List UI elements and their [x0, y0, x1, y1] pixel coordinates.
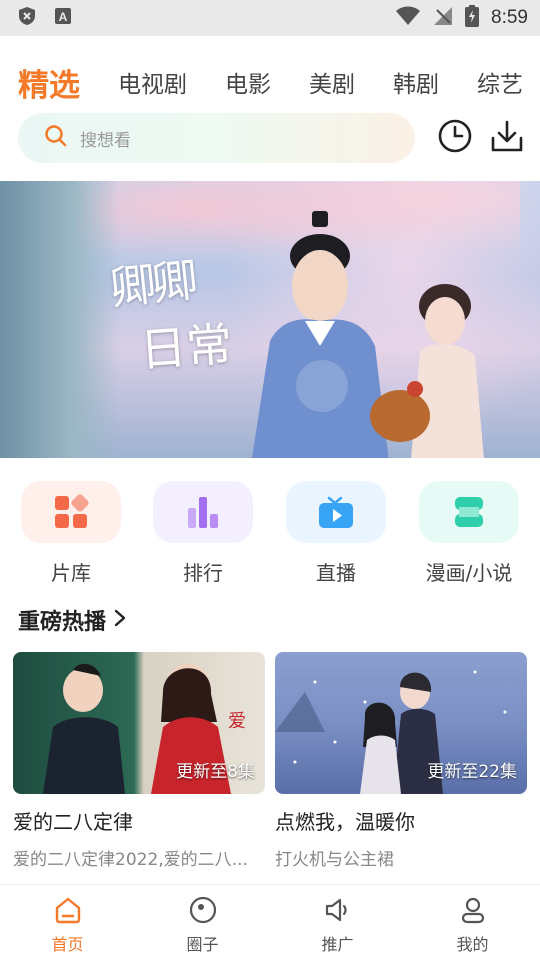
nav-circle[interactable]: 圈子 [135, 885, 270, 960]
quick-entry-live[interactable]: 直播 [286, 481, 386, 586]
download-icon [489, 118, 525, 158]
nav-label: 我的 [456, 935, 489, 954]
bar-chart-icon [153, 481, 253, 543]
video-description: 爱的二八定律2022,爱的二八... [13, 850, 248, 870]
svg-text:A: A [59, 10, 68, 24]
tab-korean-drama[interactable]: 韩剧 [393, 65, 439, 99]
quick-entry-label: 直播 [316, 561, 356, 585]
speaker-icon [323, 895, 353, 929]
user-icon [458, 895, 488, 929]
bottom-nav: 首页 圈子 推广 我的 [0, 884, 540, 960]
video-title: 点燃我，温暖你 [275, 810, 415, 834]
video-poster[interactable]: 更新至22集 [275, 652, 527, 794]
episode-badge: 更新至8集 [176, 762, 255, 782]
no-signal-icon [433, 6, 453, 30]
section-hot-header[interactable]: 重磅热播 [18, 604, 128, 636]
quick-entry-label: 排行 [183, 561, 223, 585]
video-poster[interactable]: 爱 更新至8集 [13, 652, 265, 794]
nav-home[interactable]: 首页 [0, 885, 135, 960]
category-tabs: 精选 电视剧 电影 美剧 韩剧 综艺 [0, 56, 540, 108]
banner-character-illustration [252, 211, 484, 458]
svg-text:爱: 爱 [228, 711, 246, 732]
quick-entry-library[interactable]: 片库 [21, 481, 121, 586]
nav-promote[interactable]: 推广 [270, 885, 405, 960]
nav-label: 推广 [321, 935, 354, 954]
banner-title-line1: 卿卿 [107, 252, 197, 316]
shield-icon [18, 6, 36, 30]
search-row: 搜想看 [18, 113, 528, 163]
keyboard-a-icon: A [54, 7, 72, 29]
quick-entry-label: 漫画/小说 [425, 561, 513, 585]
status-bar: A 8:59 [0, 0, 540, 36]
nav-label: 首页 [51, 935, 84, 954]
tv-icon [286, 481, 386, 543]
tab-featured[interactable]: 精选 [18, 60, 80, 105]
nav-label: 圈子 [186, 935, 219, 954]
episode-badge: 更新至22集 [427, 762, 517, 782]
chevron-right-icon [112, 608, 128, 632]
search-input[interactable]: 搜想看 [18, 113, 415, 163]
download-button[interactable] [487, 118, 527, 158]
banner-title-line2: 日常 [138, 316, 234, 378]
home-icon [53, 895, 83, 929]
section-title: 重磅热播 [18, 610, 107, 635]
grid-icon [21, 481, 121, 543]
hero-banner[interactable]: 卿卿 日常 [0, 181, 540, 458]
clock-time: 8:59 [491, 7, 528, 28]
quick-entry-comics-novels[interactable]: 漫画/小说 [419, 481, 519, 586]
tab-us-drama[interactable]: 美剧 [309, 65, 355, 99]
search-placeholder: 搜想看 [80, 130, 131, 151]
quick-entry-label: 片库 [51, 561, 91, 585]
video-title: 爱的二八定律 [13, 810, 133, 834]
circle-icon [188, 895, 218, 929]
tab-movies[interactable]: 电影 [225, 65, 271, 99]
search-icon [44, 124, 68, 152]
video-card[interactable]: 更新至22集 点燃我，温暖你 打火机与公主裙 [275, 652, 527, 870]
quick-entry-ranking[interactable]: 排行 [153, 481, 253, 586]
tab-variety[interactable]: 综艺 [477, 65, 523, 99]
clock-icon [437, 118, 473, 158]
video-card[interactable]: 爱 更新至8集 爱的二八定律 爱的二八定律2022,爱的二八... [13, 652, 265, 870]
banner-building [0, 181, 120, 458]
tab-tv-series[interactable]: 电视剧 [118, 65, 187, 99]
video-description: 打火机与公主裙 [275, 850, 394, 870]
battery-icon [465, 5, 480, 31]
quick-entries: 片库 排行 直播 漫画/小说 [0, 481, 540, 591]
history-button[interactable] [435, 118, 475, 158]
book-icon [419, 481, 519, 543]
wifi-icon [395, 6, 421, 30]
nav-me[interactable]: 我的 [405, 885, 540, 960]
